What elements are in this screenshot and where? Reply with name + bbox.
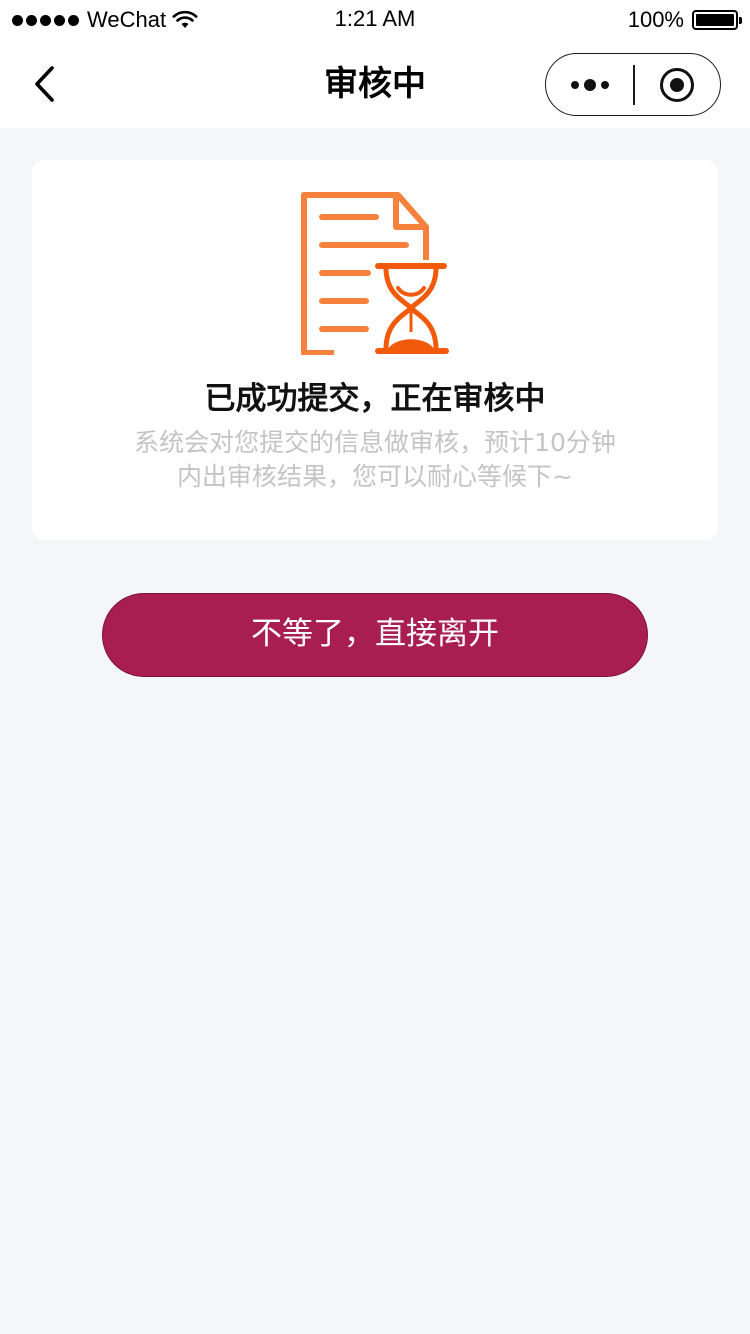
battery-percent: 100% — [627, 7, 684, 32]
document-hourglass-icon — [301, 192, 449, 355]
review-status-title: 已成功提交，正在审核中 — [204, 381, 546, 417]
more-dot-right — [600, 80, 609, 89]
target-circle-icon — [660, 67, 695, 102]
battery-icon — [692, 10, 742, 30]
mini-program-capsule — [545, 53, 721, 116]
review-status-card: 已成功提交，正在审核中 系统会对您提交的信息做审核，预计10分钟 内出审核结果，… — [32, 160, 718, 540]
more-dot-center — [583, 78, 596, 91]
more-button[interactable] — [546, 54, 633, 115]
target-circle-dot — [670, 77, 685, 92]
nav-bar: 审核中 — [0, 40, 750, 128]
status-right: 100% — [627, 6, 742, 34]
more-dots-icon — [570, 80, 579, 89]
close-mini-program-button[interactable] — [635, 54, 721, 115]
screen: WeChat 1:21 AM 100% 审核中 已成功提交，正在审核中 系统会对… — [0, 0, 750, 1334]
description-line-2: 内出审核结果，您可以耐心等候下~ — [177, 462, 573, 491]
battery-fill — [696, 14, 734, 26]
review-status-description: 系统会对您提交的信息做审核，预计10分钟 内出审核结果，您可以耐心等候下~ — [92, 426, 658, 494]
status-bar: WeChat 1:21 AM 100% — [0, 0, 750, 40]
description-line-1: 系统会对您提交的信息做审核，预计10分钟 — [134, 428, 616, 457]
leave-now-button[interactable]: 不等了，直接离开 — [102, 593, 648, 677]
